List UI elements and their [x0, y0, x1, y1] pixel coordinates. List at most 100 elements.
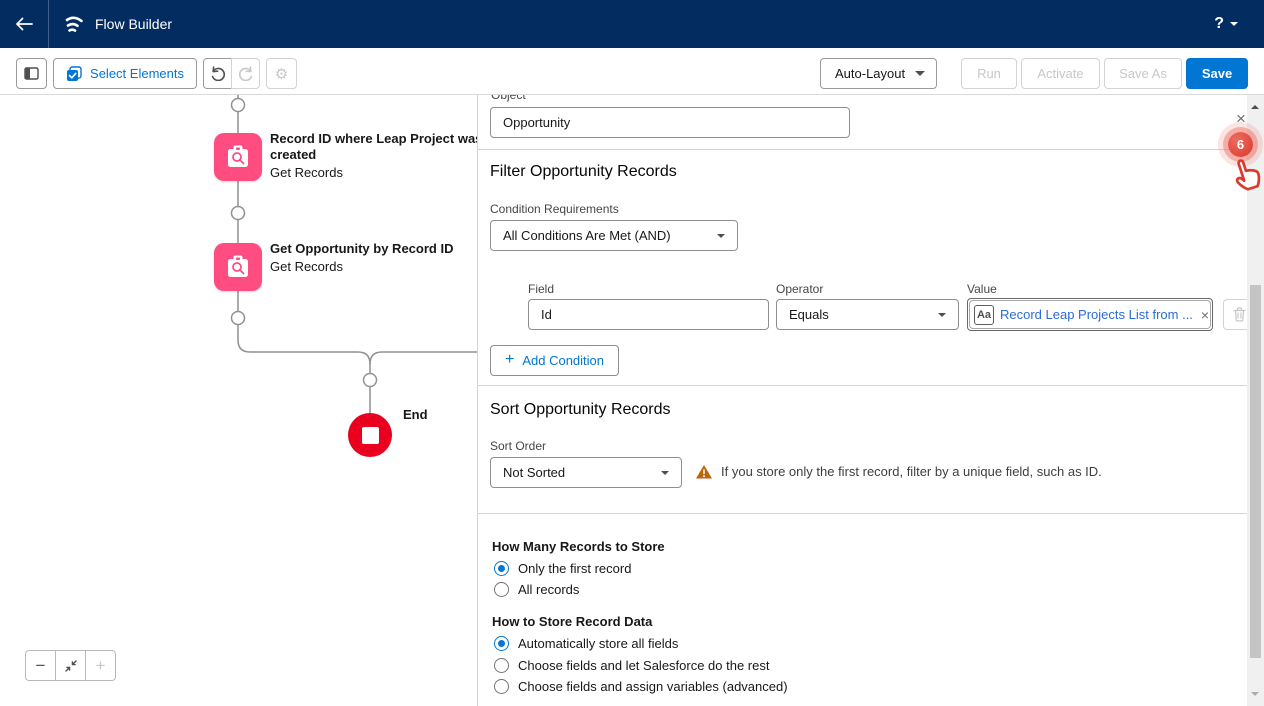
zoom-in-button[interactable]: + [85, 650, 116, 681]
value-combobox[interactable]: Aa Record Leap Projects List from ... × [967, 298, 1213, 331]
activate-button[interactable]: Activate [1021, 58, 1100, 89]
app-title: Flow Builder [95, 16, 172, 32]
chevron-down-icon [1230, 22, 1238, 30]
undo-button[interactable] [203, 58, 232, 89]
radio-choose-fields-salesforce[interactable]: Choose fields and let Salesforce do the … [494, 658, 769, 673]
end-node[interactable] [348, 413, 392, 457]
radio-icon [494, 679, 509, 694]
back-button[interactable] [0, 0, 48, 48]
radio-label: Choose fields and assign variables (adva… [518, 679, 788, 694]
connector-dot[interactable] [364, 374, 377, 387]
flow-canvas[interactable]: Record ID where Leap Project was created… [0, 95, 477, 706]
get-records-icon [224, 143, 252, 171]
fit-view-icon [64, 659, 78, 673]
help-icon: ? [1214, 15, 1224, 33]
sort-order-value: Not Sorted [503, 465, 565, 480]
warning-text: If you store only the first record, filt… [721, 464, 1102, 479]
flow-toolbar: Select Elements ⚙ Auto-Layout [0, 48, 1264, 95]
record-detail-panel: Object Opportunity Filter Opportunity Re… [477, 95, 1264, 706]
filter-section-heading: Filter Opportunity Records [490, 163, 677, 181]
activate-label: Activate [1037, 66, 1083, 81]
divider [478, 385, 1264, 386]
save-as-label: Save As [1119, 66, 1167, 81]
get-records-icon [224, 253, 252, 281]
operator-dropdown[interactable]: Equals [776, 299, 959, 330]
chevron-down-icon [938, 313, 946, 321]
text-type-icon: Aa [974, 305, 994, 325]
object-input[interactable]: Opportunity [490, 107, 850, 138]
run-button[interactable]: Run [961, 58, 1017, 89]
connector-dot[interactable] [232, 99, 245, 112]
flow-builder-logo-icon [63, 13, 85, 35]
radio-all-records[interactable]: All records [494, 582, 579, 597]
radio-only-first-record[interactable]: Only the first record [494, 561, 631, 576]
sort-order-label: Sort Order [490, 439, 546, 453]
value-resource-pill[interactable]: Aa Record Leap Projects List from ... × [969, 300, 1211, 329]
radio-auto-store-fields[interactable]: Automatically store all fields [494, 636, 678, 651]
plus-icon: + [96, 656, 106, 676]
connector-dot[interactable] [232, 207, 245, 220]
radio-label: All records [518, 582, 579, 597]
object-value: Opportunity [503, 115, 570, 130]
scroll-up-icon[interactable] [1251, 101, 1259, 109]
radio-label: Automatically store all fields [518, 636, 678, 651]
node-get-records-2[interactable] [214, 243, 262, 291]
minus-icon: − [36, 656, 46, 676]
plus-icon: + [505, 351, 514, 369]
save-as-button[interactable]: Save As [1104, 58, 1182, 89]
radio-icon [494, 636, 509, 651]
save-button[interactable]: Save [1186, 58, 1248, 89]
chevron-down-icon [717, 234, 725, 242]
app-header: Flow Builder ? [0, 0, 1264, 48]
help-menu[interactable]: ? [1214, 0, 1238, 48]
chevron-down-icon [661, 471, 669, 479]
select-elements-button[interactable]: Select Elements [53, 58, 197, 89]
chevron-down-icon [915, 71, 925, 81]
field-input[interactable]: Id [528, 299, 769, 330]
radio-icon [494, 561, 509, 576]
end-stop-icon [362, 427, 379, 444]
condition-requirements-label: Condition Requirements [490, 202, 619, 216]
flow-settings-button[interactable]: ⚙ [266, 58, 297, 89]
fit-to-view-button[interactable] [55, 650, 86, 681]
toggle-panel-button[interactable] [16, 58, 47, 89]
connector-dot[interactable] [232, 312, 245, 325]
zoom-out-button[interactable]: − [25, 650, 56, 681]
flow-builder-app: Flow Builder ? Select Elements [0, 0, 1264, 706]
run-label: Run [977, 66, 1001, 81]
sort-section-heading: Sort Opportunity Records [490, 401, 671, 419]
sort-order-dropdown[interactable]: Not Sorted [490, 457, 682, 488]
close-panel-button[interactable]: × [1236, 109, 1246, 129]
radio-choose-fields-advanced[interactable]: Choose fields and assign variables (adva… [494, 679, 788, 694]
store-data-heading: How to Store Record Data [492, 614, 652, 629]
back-arrow-icon [14, 16, 34, 32]
add-condition-label: Add Condition [522, 353, 604, 368]
store-count-heading: How Many Records to Store [492, 539, 665, 554]
redo-icon [238, 66, 254, 81]
sort-warning: If you store only the first record, filt… [695, 464, 1102, 480]
select-checkbox-icon [66, 66, 82, 82]
divider [478, 149, 1264, 150]
field-label: Field [528, 282, 554, 296]
field-value: Id [541, 307, 552, 322]
remove-value-icon[interactable]: × [1201, 307, 1209, 323]
radio-label: Choose fields and let Salesforce do the … [518, 658, 769, 673]
node-get-records-1[interactable] [214, 133, 262, 181]
radio-icon [494, 658, 509, 673]
header-divider [48, 0, 49, 48]
operator-label: Operator [776, 282, 823, 296]
layout-mode-dropdown[interactable]: Auto-Layout [820, 58, 937, 89]
gear-icon: ⚙ [275, 65, 288, 83]
scroll-down-icon[interactable] [1251, 692, 1259, 700]
save-label: Save [1202, 66, 1232, 81]
canvas-zoom-controls: − + [25, 650, 116, 681]
condition-requirements-dropdown[interactable]: All Conditions Are Met (AND) [490, 220, 738, 251]
value-label: Value [967, 282, 997, 296]
scrollbar-thumb[interactable] [1250, 285, 1261, 658]
warning-icon [695, 464, 713, 480]
condition-requirements-value: All Conditions Are Met (AND) [503, 228, 671, 243]
redo-button[interactable] [231, 58, 260, 89]
add-condition-button[interactable]: + Add Condition [490, 345, 619, 376]
end-node-label: End [403, 407, 428, 422]
value-pill-text: Record Leap Projects List from ... [1000, 307, 1193, 322]
